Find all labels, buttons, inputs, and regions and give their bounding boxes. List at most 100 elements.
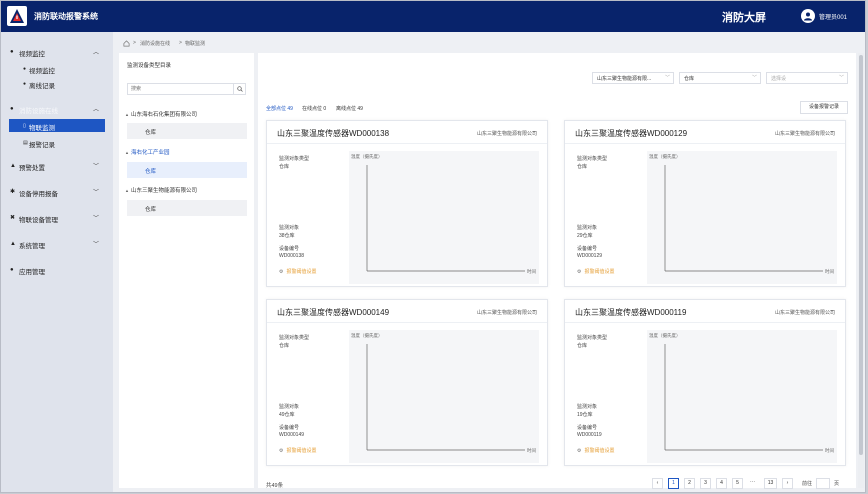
object-value: 29仓库 [577, 233, 593, 239]
temperature-chart: 温度（摄氏度） 时间 [647, 330, 837, 463]
object-type-label: 监测对象类型 [577, 156, 608, 162]
tree-node-industrial-park[interactable]: ▲ 海右化工产业园 [125, 148, 170, 158]
tree-search-input[interactable] [131, 85, 229, 93]
object-value: 49仓库 [279, 412, 295, 418]
device-title[interactable]: 山东三聚温度传感器WD000149 [277, 307, 389, 318]
app-icon: ● [10, 267, 14, 273]
object-label: 监测对象 [279, 225, 300, 231]
device-title[interactable]: 山东三聚温度传感器WD000129 [575, 128, 687, 139]
threshold-settings-link[interactable]: ⚙ 报警阈值设置 [577, 447, 615, 454]
chart-ylabel: 温度（摄氏度） [649, 332, 681, 339]
home-icon[interactable] [123, 40, 130, 49]
threshold-settings-link[interactable]: ⚙ 报警阈值设置 [279, 447, 317, 454]
user-avatar[interactable] [801, 9, 815, 23]
object-type-value: 仓库 [577, 343, 588, 349]
device-org: 山东三聚生物能源有限公司 [774, 310, 835, 316]
tab-online-points[interactable]: 在线点位 0 [302, 105, 326, 112]
page-unit-label: 页 [834, 481, 840, 487]
chart-xlabel: 时间 [825, 268, 834, 275]
device-card: 山东三聚温度传感器WD000129 山东三聚生物能源有限公司 监测对象类型 仓库… [564, 120, 846, 287]
nav-group-video[interactable]: ● 视频监控 ︿ [1, 45, 113, 59]
warning-icon: ▲ [10, 163, 16, 169]
device-type-select[interactable]: 选择设 ﹀ [766, 72, 848, 84]
threshold-settings-link[interactable]: ⚙ 报警阈值设置 [577, 268, 615, 275]
system-icon: ▲ [10, 241, 16, 247]
temperature-chart: 温度（摄氏度） 时间 [349, 151, 539, 284]
main-scrollbar[interactable] [858, 53, 864, 488]
goto-page-input[interactable] [816, 478, 830, 489]
device-title[interactable]: 山东三聚温度传感器WD000138 [277, 128, 389, 139]
company-select[interactable]: 山东三聚生物能源有限... ﹀ [592, 72, 674, 84]
object-type-value: 仓库 [279, 164, 290, 170]
device-alarm-records-button[interactable]: 设备报警记录 [800, 101, 848, 114]
card-header: 山东三聚温度传感器WD000119 山东三聚生物能源有限公司 [565, 300, 845, 323]
device-title[interactable]: 山东三聚温度传感器WD000119 [575, 307, 686, 318]
dot-icon: ● [23, 81, 27, 87]
page-button[interactable]: 4 [716, 478, 727, 489]
next-page-button[interactable]: › [782, 478, 793, 489]
threshold-settings-link[interactable]: ⚙ 报警阈值设置 [279, 268, 317, 275]
device-card: 山东三聚温度传感器WD000149 山东三聚生物能源有限公司 监测对象类型 仓库… [266, 299, 548, 466]
chart-xlabel: 时间 [825, 447, 834, 454]
tree-node-company[interactable]: ▲ 山东三聚生物能源有限公司 [125, 186, 197, 196]
device-no-label: 设备编号 [279, 246, 300, 252]
scrollbar-thumb[interactable] [859, 55, 863, 455]
device-no-label: 设备编号 [577, 246, 598, 252]
nav-item-offline-records[interactable]: ● 离线记录 [1, 77, 113, 90]
user-name[interactable]: 管理员001 [819, 12, 847, 21]
chevron-down-icon: ﹀ [93, 164, 100, 170]
app-window: 消防联动报警系统 消防大屏 管理员001 ● 视频监控 ︿ ● 视频监控 ● 离… [0, 0, 866, 493]
chevron-down-icon: ﹀ [93, 216, 100, 222]
card-header: 山东三聚温度传感器WD000138 山东三聚生物能源有限公司 [267, 121, 547, 144]
object-type-label: 监测对象类型 [279, 156, 310, 162]
chart-xlabel: 时间 [527, 268, 536, 275]
nav-group-device-suspend[interactable]: ✱ 设备停用报备 ﹀ [1, 185, 113, 199]
nav-item-video-monitor[interactable]: ● 视频监控 [1, 62, 113, 75]
records-icon: ▤ [23, 140, 28, 146]
nav-group-fire-facilities[interactable]: ● 消防设施在线 ︿ [1, 102, 113, 116]
chart-xlabel: 时间 [527, 447, 536, 454]
prev-page-button[interactable]: ‹ [652, 478, 663, 489]
video-icon: ● [10, 49, 14, 55]
nav-item-alarm-records[interactable]: ▤ 报警记录 [1, 136, 113, 149]
page-button[interactable]: 5 [732, 478, 743, 489]
chevron-down-icon: ﹀ [751, 75, 757, 81]
tree-leaf-warehouse[interactable]: 仓库 [127, 200, 247, 216]
page-button[interactable]: 3 [700, 478, 711, 489]
page-button[interactable]: 1 [668, 478, 679, 489]
nav-group-warning[interactable]: ▲ 预警处置 ﹀ [1, 159, 113, 173]
gear-icon: ⚙ [577, 269, 582, 275]
nav-group-apps[interactable]: ● 应用管理 [1, 263, 113, 277]
gear-icon: ⚙ [279, 269, 284, 275]
tree-leaf-warehouse[interactable]: 仓库 [127, 123, 247, 139]
temperature-chart-axes: 温度（摄氏度） 时间 [351, 153, 536, 275]
chart-ylabel: 温度（摄氏度） [649, 153, 681, 160]
user-icon [804, 12, 812, 21]
device-card: 山东三聚温度传感器WD000119 山东三聚生物能源有限公司 监测对象类型 仓库… [564, 299, 846, 466]
tab-all-points[interactable]: 全部点位 49 [266, 105, 293, 112]
tree-node-company[interactable]: ▲ 山东海右石化集团有限公司 [125, 110, 197, 120]
device-no-label: 设备编号 [279, 425, 300, 431]
device-card: 山东三聚温度传感器WD000138 山东三聚生物能源有限公司 监测对象类型 仓库… [266, 120, 548, 287]
page-button[interactable]: 2 [684, 478, 695, 489]
breadcrumb-current: 物联监测 [185, 41, 206, 47]
tree-leaf-warehouse[interactable]: 仓库 [127, 162, 247, 178]
big-screen-link[interactable]: 消防大屏 [722, 9, 766, 25]
device-no-value: WD000149 [279, 432, 305, 438]
nav-item-iot-monitoring[interactable]: ▯ 物联监测 [9, 119, 105, 132]
object-label: 监测对象 [577, 225, 598, 231]
tree-search-button[interactable] [233, 84, 245, 94]
nav-group-system[interactable]: ▲ 系统管理 ﹀ [1, 237, 113, 251]
area-select[interactable]: 仓库 ﹀ [679, 72, 761, 84]
breadcrumb-item[interactable]: 消防设施在线 [140, 40, 170, 47]
temperature-chart-axes: 温度（摄氏度） 时间 [351, 332, 536, 454]
device-org: 山东三聚生物能源有限公司 [774, 131, 835, 137]
chart-ylabel: 温度（摄氏度） [351, 332, 383, 339]
page-button[interactable]: 13 [764, 478, 777, 489]
temperature-chart: 温度（摄氏度） 时间 [647, 151, 837, 284]
page-ellipsis[interactable]: ··· [747, 478, 758, 489]
tab-offline-points[interactable]: 离线点位 49 [336, 105, 363, 112]
chevron-up-icon: ︿ [93, 107, 100, 113]
nav-group-iot-devices[interactable]: ✖ 物联设备管理 ﹀ [1, 211, 113, 225]
chevron-down-icon: ﹀ [93, 242, 100, 248]
